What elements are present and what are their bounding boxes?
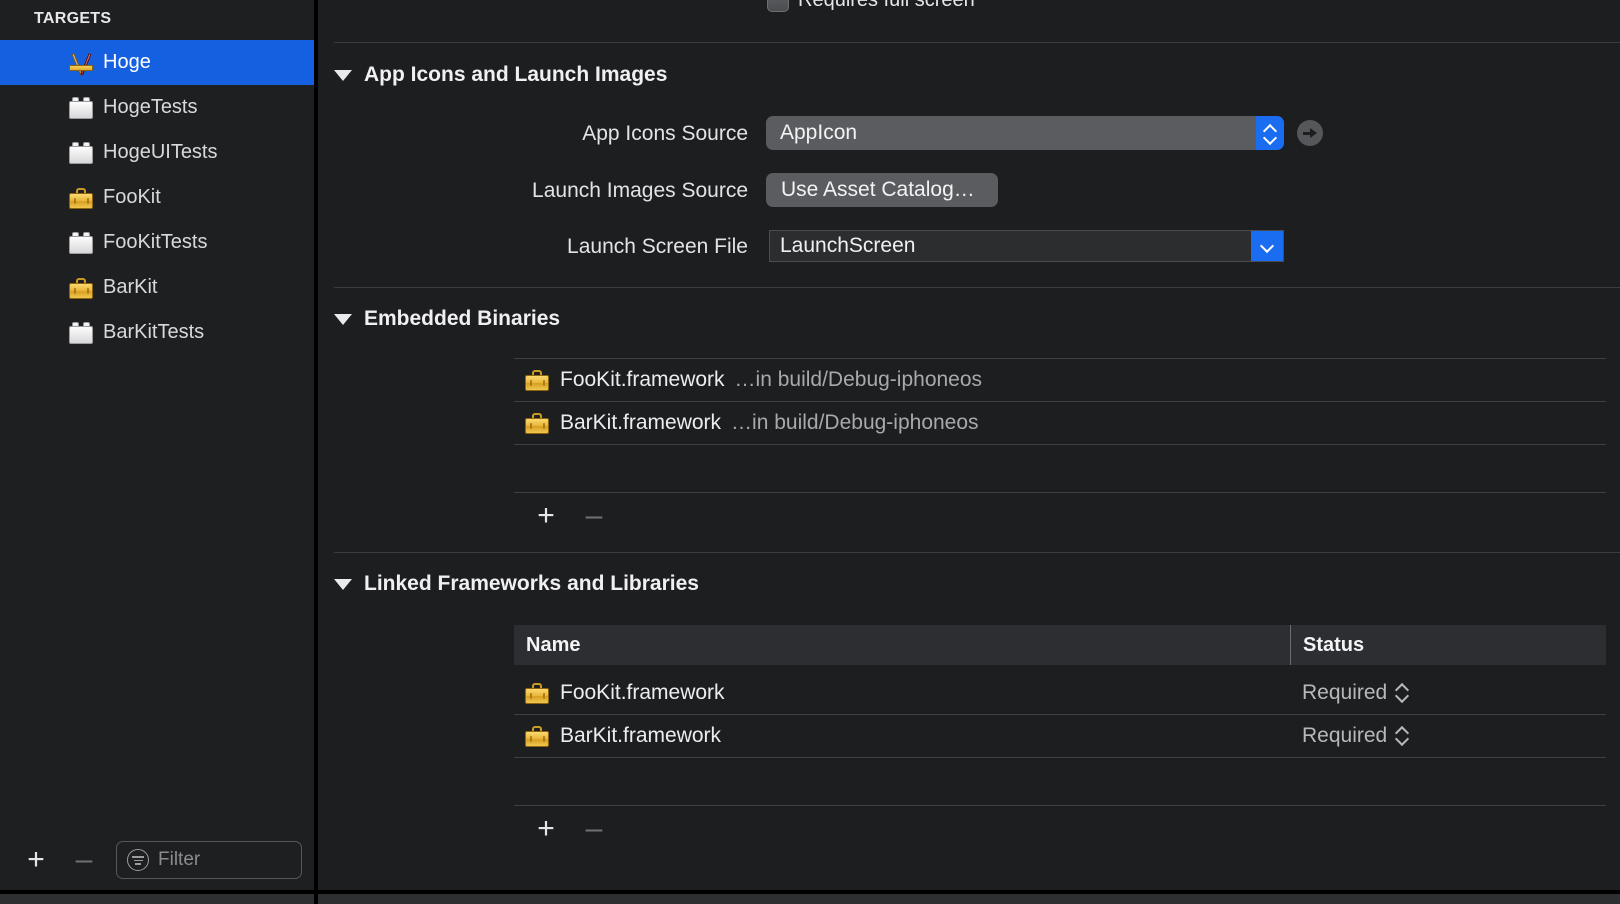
use-asset-catalog-label: Use Asset Catalog…	[781, 178, 975, 201]
targets-sidebar: TARGETS Hoge HogeTests HogeUITests FooKi…	[0, 0, 318, 904]
section-divider-app-icons	[334, 42, 1620, 43]
test-bundle-icon	[68, 320, 94, 346]
target-settings-panel: Requires full screen App Icons and Launc…	[318, 0, 1620, 904]
targets-list: Hoge HogeTests HogeUITests FooKit FooKit…	[0, 38, 314, 355]
linked-frameworks-table-header: Name Status	[514, 625, 1606, 665]
chevron-updown-icon[interactable]	[1395, 726, 1408, 746]
sidebar-item-hogetests[interactable]: HogeTests	[0, 85, 314, 130]
sidebar-item-label: BarKit	[103, 276, 158, 298]
chevron-updown-icon[interactable]	[1395, 683, 1408, 703]
embedded-binary-row[interactable]: FooKit.framework …in build/Debug-iphoneo…	[514, 359, 1606, 401]
sidebar-item-hoge[interactable]: Hoge	[0, 40, 314, 85]
add-linked-framework-button[interactable]: +	[522, 809, 570, 849]
framework-icon	[68, 275, 94, 301]
sidebar-item-fookit[interactable]: FooKit	[0, 175, 314, 220]
test-bundle-icon	[68, 95, 94, 121]
column-header-name[interactable]: Name	[514, 625, 1290, 665]
embedded-binary-path: …in build/Debug-iphoneos	[731, 411, 979, 434]
sidebar-item-hogeuitests[interactable]: HogeUITests	[0, 130, 314, 175]
triangle-down-icon[interactable]	[334, 313, 352, 325]
triangle-down-icon[interactable]	[334, 578, 352, 590]
test-bundle-icon	[68, 230, 94, 256]
sidebar-item-barkittests[interactable]: BarKitTests	[0, 310, 314, 355]
embedded-binary-row[interactable]: BarKit.framework …in build/Debug-iphoneo…	[514, 402, 1606, 444]
launch-screen-file-value: LaunchScreen	[780, 234, 916, 257]
status-value: Required	[1302, 724, 1388, 747]
section-title-label: Embedded Binaries	[364, 307, 561, 330]
requires-full-screen-checkbox[interactable]	[767, 0, 789, 12]
embedded-binary-path: …in build/Debug-iphoneos	[734, 368, 983, 391]
framework-icon	[68, 185, 94, 211]
column-header-status[interactable]: Status	[1290, 625, 1606, 665]
remove-target-button[interactable]: –	[60, 840, 108, 880]
chevron-down-icon[interactable]	[1251, 231, 1283, 261]
section-title-label: App Icons and Launch Images	[364, 63, 668, 86]
sidebar-item-barkit[interactable]: BarKit	[0, 265, 314, 310]
app-icons-source-popup[interactable]: AppIcon	[766, 116, 1284, 150]
embedded-binary-name: FooKit.framework	[560, 368, 725, 391]
list-rule	[514, 757, 1606, 758]
launch-screen-file-label: Launch Screen File	[567, 235, 748, 258]
triangle-down-icon[interactable]	[334, 69, 352, 81]
filter-placeholder: Filter	[158, 849, 201, 870]
sidebar-item-fookittests[interactable]: FooKitTests	[0, 220, 314, 265]
requires-full-screen-label: Requires full screen	[798, 0, 975, 11]
status-badge[interactable]: Required	[1302, 724, 1408, 748]
status-value: Required	[1302, 681, 1388, 704]
section-title-label: Linked Frameworks and Libraries	[364, 572, 699, 595]
linked-frameworks-toolbar: + –	[522, 809, 618, 849]
use-asset-catalog-button[interactable]: Use Asset Catalog…	[766, 173, 998, 207]
launch-screen-file-combo[interactable]: LaunchScreen	[769, 230, 1284, 262]
framework-icon	[524, 680, 550, 706]
add-target-button[interactable]: +	[12, 840, 60, 880]
main-bottom-bar	[318, 890, 1620, 904]
embedded-binary-name: BarKit.framework	[560, 411, 722, 434]
section-header-embedded-binaries[interactable]: Embedded Binaries	[334, 307, 560, 331]
add-embedded-binary-button[interactable]: +	[522, 496, 570, 536]
arrow-right-circle-icon[interactable]	[1297, 120, 1323, 146]
framework-icon	[524, 410, 550, 436]
section-header-app-icons[interactable]: App Icons and Launch Images	[334, 63, 667, 87]
sidebar-item-label: FooKit	[103, 186, 161, 208]
table-row[interactable]: BarKit.framework	[514, 715, 1606, 757]
framework-icon	[524, 367, 550, 393]
list-rule	[514, 805, 1606, 806]
filter-icon	[127, 849, 149, 871]
remove-linked-framework-button[interactable]: –	[570, 809, 618, 849]
list-rule	[514, 492, 1606, 493]
framework-icon	[524, 723, 550, 749]
sidebar-item-label: FooKitTests	[103, 231, 208, 253]
sidebar-item-label: BarKitTests	[103, 321, 205, 343]
embedded-binaries-toolbar: + –	[522, 496, 618, 536]
targets-header: TARGETS	[34, 10, 112, 27]
section-divider-linked-frameworks	[334, 552, 1620, 553]
app-target-icon	[68, 50, 94, 76]
section-divider-embedded-binaries	[334, 287, 1620, 288]
sidebar-item-label: Hoge	[103, 51, 151, 73]
section-header-linked-frameworks[interactable]: Linked Frameworks and Libraries	[334, 572, 699, 596]
linked-framework-name: FooKit.framework	[560, 681, 725, 704]
table-row[interactable]: FooKit.framework	[514, 672, 1606, 714]
requires-full-screen-row: Requires full screen	[318, 0, 1620, 13]
sidebar-item-label: HogeUITests	[103, 141, 218, 163]
status-badge[interactable]: Required	[1302, 681, 1408, 705]
sidebar-bottom-bar	[0, 890, 314, 904]
chevron-updown-icon[interactable]	[1256, 116, 1284, 150]
sidebar-item-label: HogeTests	[103, 96, 198, 118]
app-icons-source-value: AppIcon	[780, 121, 858, 144]
filter-input[interactable]: Filter	[116, 841, 302, 879]
xcode-target-editor: TARGETS Hoge HogeTests HogeUITests FooKi…	[0, 0, 1620, 904]
launch-images-source-label: Launch Images Source	[532, 179, 748, 202]
list-rule	[514, 444, 1606, 445]
app-icons-source-label: App Icons Source	[582, 122, 748, 145]
remove-embedded-binary-button[interactable]: –	[570, 496, 618, 536]
test-bundle-icon	[68, 140, 94, 166]
linked-framework-name: BarKit.framework	[560, 724, 722, 747]
